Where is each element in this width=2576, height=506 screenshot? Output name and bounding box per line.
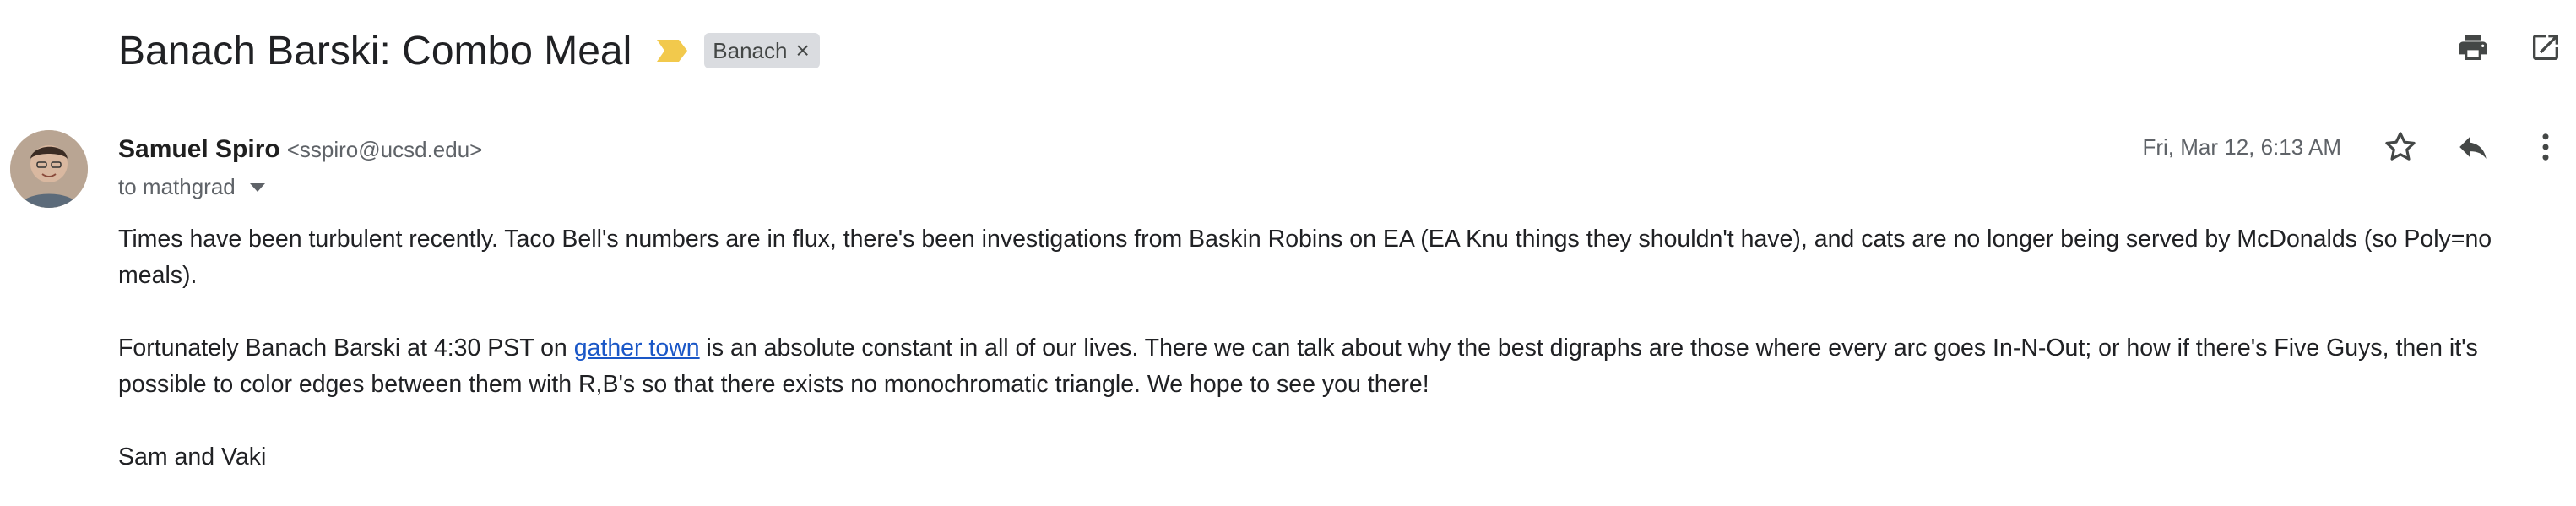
importance-marker-icon[interactable]	[655, 38, 689, 63]
sender-email: <sspiro@ucsd.edu>	[286, 137, 483, 162]
recipients-text: to mathgrad	[118, 174, 236, 199]
message-body: Times have been turbulent recently. Taco…	[118, 221, 2558, 506]
subject-row: Banach Barski: Combo Meal Banach ×	[118, 19, 820, 83]
recipients-row: to mathgrad	[118, 174, 266, 200]
close-icon[interactable]: ×	[795, 39, 809, 63]
label-chip[interactable]: Banach ×	[704, 33, 820, 68]
body-paragraph-2-start: Fortunately Banach Barski at 4:30 PST on	[118, 335, 574, 362]
sender-row: Samuel Spiro <sspiro@ucsd.edu>	[118, 135, 482, 164]
thread-actions	[2454, 29, 2564, 66]
label-chip-text: Banach	[713, 37, 788, 63]
more-vert-icon	[2542, 133, 2549, 161]
star-button[interactable]	[2382, 128, 2419, 166]
signature: Sam and Vaki	[118, 443, 267, 471]
message-date: Fri, Mar 12, 6:13 AM	[2142, 133, 2341, 160]
email-view: Banach Barski: Combo Meal Banach × Samue…	[0, 0, 2576, 506]
message-actions: Fri, Mar 12, 6:13 AM	[2142, 128, 2564, 166]
body-paragraph-1: Times have been turbulent recently. Taco…	[118, 226, 2492, 289]
star-icon	[2385, 132, 2416, 161]
print-button[interactable]	[2454, 29, 2492, 66]
avatar[interactable]	[10, 130, 88, 208]
email-subject: Banach Barski: Combo Meal	[118, 28, 632, 73]
body-paragraph-2: Fortunately Banach Barski at 4:30 PST on…	[118, 330, 2558, 403]
reply-button[interactable]	[2454, 128, 2492, 166]
reply-icon	[2459, 136, 2487, 159]
chevron-down-icon[interactable]	[249, 182, 266, 193]
gather-town-link[interactable]: gather town	[574, 335, 700, 362]
print-icon	[2459, 35, 2487, 60]
more-options-button[interactable]	[2527, 128, 2564, 166]
open-in-new-icon	[2533, 35, 2558, 60]
open-in-new-window-button[interactable]	[2527, 29, 2564, 66]
sender-name[interactable]: Samuel Spiro	[118, 135, 280, 164]
